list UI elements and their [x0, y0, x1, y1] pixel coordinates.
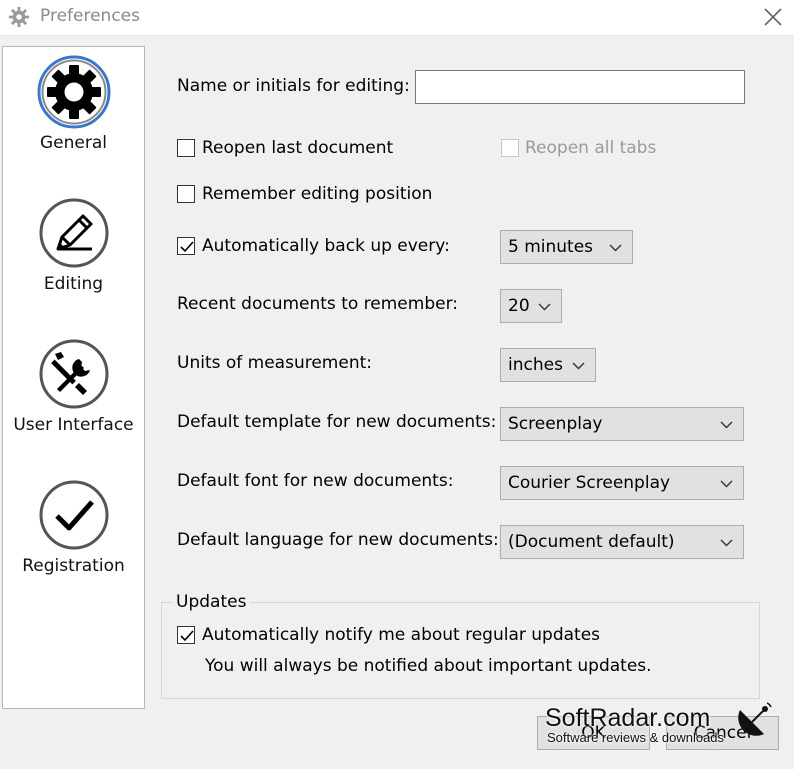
sidebar-item-label: User Interface — [13, 415, 134, 435]
checkmark-icon — [180, 241, 194, 253]
select-value: (Document default) — [508, 532, 675, 552]
gear-icon — [8, 6, 30, 28]
notify-updates-checkbox[interactable] — [177, 626, 195, 644]
language-select[interactable]: (Document default) — [500, 525, 744, 559]
chevron-down-icon — [538, 303, 551, 311]
satellite-dish-icon — [738, 702, 772, 736]
template-select[interactable]: Screenplay — [500, 407, 744, 441]
chevron-down-icon — [720, 539, 733, 547]
sidebar-item-label: Registration — [22, 556, 125, 576]
font-select[interactable]: Courier Screenplay — [500, 466, 744, 500]
sidebar-item-label: General — [40, 133, 107, 153]
reopen-all-tabs-checkbox[interactable] — [501, 139, 519, 157]
template-label: Default template for new documents: — [177, 412, 497, 432]
softradar-watermark: SoftRadar.com Software reviews & downloa… — [544, 700, 784, 752]
select-value: inches — [508, 355, 563, 375]
backup-interval-select[interactable]: 5 minutes — [500, 230, 633, 264]
auto-backup-checkbox[interactable] — [177, 237, 195, 255]
updates-group-title: Updates — [172, 592, 251, 612]
preferences-sidebar: General Editing User Interface Registrat… — [2, 46, 145, 709]
chevron-down-icon — [720, 480, 733, 488]
sidebar-item-user-interface[interactable]: User Interface — [3, 329, 144, 459]
recent-documents-label: Recent documents to remember: — [177, 294, 458, 314]
chevron-down-icon — [720, 421, 733, 429]
watermark-tagline: Software reviews & downloads — [547, 730, 725, 745]
name-initials-input[interactable] — [415, 70, 745, 104]
pencil-icon — [39, 198, 109, 268]
recent-documents-select[interactable]: 20 — [500, 289, 562, 323]
select-value: 20 — [508, 296, 530, 316]
reopen-last-checkbox[interactable] — [177, 139, 195, 157]
notify-updates-label: Automatically notify me about regular up… — [202, 625, 601, 645]
chevron-down-icon — [572, 362, 585, 370]
title-bar: Preferences — [0, 0, 794, 36]
sidebar-item-general[interactable]: General — [3, 47, 144, 177]
sidebar-item-editing[interactable]: Editing — [3, 188, 144, 318]
select-value: Screenplay — [508, 414, 603, 434]
remember-position-checkbox[interactable] — [177, 185, 195, 203]
name-label: Name or initials for editing: — [177, 76, 410, 96]
font-label: Default font for new documents: — [177, 471, 454, 491]
units-label: Units of measurement: — [177, 353, 372, 373]
reopen-all-tabs-label: Reopen all tabs — [525, 138, 657, 158]
auto-backup-label: Automatically back up every: — [202, 236, 450, 256]
watermark-name: SoftRadar.com — [545, 704, 711, 732]
units-select[interactable]: inches — [500, 348, 596, 382]
updates-note: You will always be notified about import… — [205, 656, 652, 676]
close-icon[interactable] — [758, 2, 788, 32]
gear-icon — [37, 55, 111, 129]
reopen-last-label: Reopen last document — [202, 138, 394, 158]
language-label: Default language for new documents: — [177, 530, 499, 550]
window-title: Preferences — [40, 6, 140, 26]
wrench-screwdriver-icon — [39, 339, 109, 409]
updates-group — [161, 602, 760, 699]
chevron-down-icon — [609, 244, 622, 252]
checkmark-icon — [180, 630, 194, 642]
sidebar-item-registration[interactable]: Registration — [3, 470, 144, 600]
sidebar-item-label: Editing — [43, 274, 104, 294]
remember-position-label: Remember editing position — [202, 184, 433, 204]
checkmark-icon — [39, 480, 109, 550]
select-value: 5 minutes — [508, 237, 594, 257]
select-value: Courier Screenplay — [508, 473, 671, 493]
